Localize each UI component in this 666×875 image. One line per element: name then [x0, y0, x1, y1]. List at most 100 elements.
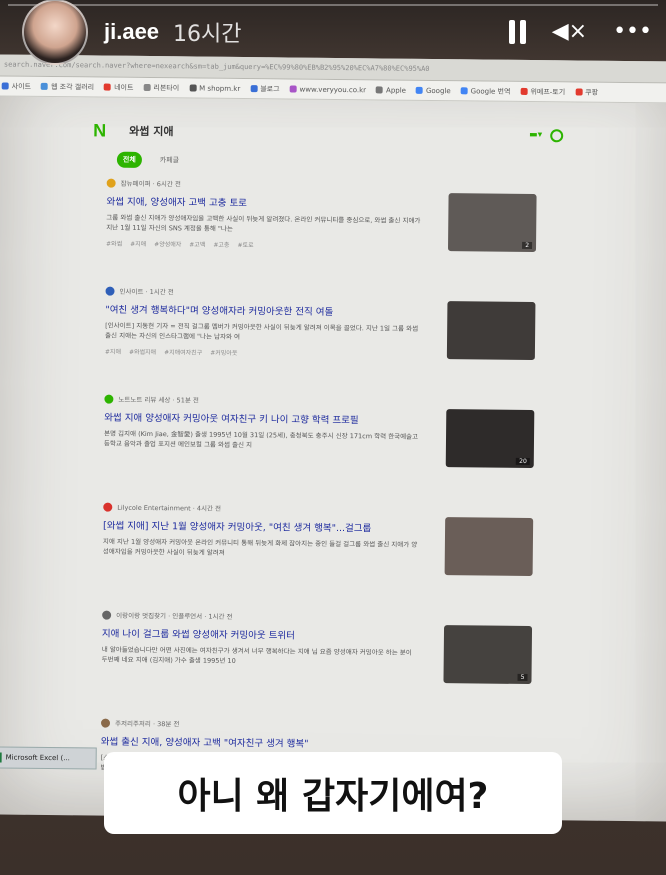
story-photo: search.naver.com/search.naver?where=nexe… [0, 0, 666, 875]
taskbar-item-excel[interactable]: Microsoft Excel (... [0, 746, 97, 770]
search-result: 이랑이랑 멋집찾기 · 인플루언서 · 1시간 전지애 나이 걸그룹 와썹 양성… [101, 610, 558, 723]
result-tag[interactable]: #고백 [189, 239, 205, 248]
result-thumbnail[interactable]: 2 [447, 193, 537, 253]
bookmark-icon [415, 86, 424, 94]
bookmark-icon [460, 87, 468, 95]
result-tag[interactable]: #지애여자친구 [164, 347, 202, 356]
bookmark-label: www.veryyou.co.kr [299, 85, 367, 94]
source-label: 인사이트 · 1시간 전 [119, 287, 174, 297]
bookmark-item[interactable]: 네이트 [104, 82, 133, 92]
naver-search-page: N 와썹 지애 ▬▾ 전체 카페글 잡뉴페이퍼 · 6시간 전와썹 지애, 양성애… [86, 113, 564, 830]
bookmark-icon [40, 82, 49, 90]
bookmark-label: 리본타이 [153, 83, 180, 92]
result-title[interactable]: 와썹 지애, 양성애자 고백 고충 토로 [106, 194, 436, 211]
bookmark-item[interactable]: 웹 조각 갤러리 [40, 81, 95, 92]
search-result: Lilycole Entertainment · 4시간 전 [와썹 지애] 지난… [102, 502, 559, 615]
result-tag[interactable]: #고충 [213, 240, 229, 249]
bookmark-icon [1, 82, 9, 90]
mute-icon[interactable]: ◀× [552, 21, 587, 43]
search-query[interactable]: 와썹 지애 [129, 123, 173, 139]
search-result: 인사이트 · 1시간 전 "여친 생겨 행복하다"며 양성애자라 커밍아웃한 전직… [104, 286, 561, 399]
bookmark-icon [376, 86, 384, 94]
result-thumbnail[interactable]: 20 [445, 409, 535, 469]
result-tag[interactable]: #지애 [130, 239, 146, 248]
result-snippet: [인사이트] 지동현 기자 = 전직 걸그룹 멤버가 커밍아웃한 사실이 뒤늦게… [105, 321, 419, 341]
result-source[interactable]: 잡뉴페이퍼 · 6시간 전 [106, 178, 563, 193]
bookmark-item[interactable]: www.veryyou.co.kr [289, 85, 367, 94]
source-label: 노트노트 리뷰 세상 · 51분 전 [118, 395, 199, 405]
tab-1[interactable]: 카페글 [154, 152, 185, 168]
thumbnail-count: 5 [517, 673, 528, 682]
bookmark-icon [143, 83, 151, 92]
result-title[interactable]: 와썹 출신 지애, 양성애자 고백 "여자친구 생겨 행복" [101, 734, 431, 751]
source-icon [106, 178, 116, 188]
bookmark-icon [289, 85, 297, 93]
bookmark-label: 위메프-토기 [530, 87, 566, 96]
bookmark-label: 쿠팡 [585, 88, 599, 97]
username[interactable]: ji.aee [104, 19, 159, 45]
result-tag[interactable]: #커밍아웃 [210, 348, 237, 357]
search-tabs: 전체 카페글 [116, 151, 563, 173]
result-tag[interactable]: #와썹 [106, 239, 122, 248]
result-snippet: 그룹 와썹 출신 지애가 양성애자임을 고백한 사실이 뒤늦게 알려졌다. 온라… [106, 213, 421, 233]
result-snippet: 본명 김지애 (Kim Jiae, 金智愛) 출생 1995년 10월 31일 … [103, 429, 419, 450]
search-icon[interactable] [550, 128, 564, 142]
more-icon[interactable]: ••• [613, 21, 652, 43]
bookmark-label: 웹 조각 갤러리 [50, 82, 95, 91]
search-result: 잡뉴페이퍼 · 6시간 전와썹 지애, 양성애자 고백 고충 토로그룹 와썹 출… [106, 178, 563, 291]
result-tag[interactable]: #와썹지애 [129, 347, 156, 356]
excel-icon [0, 752, 2, 763]
monitor-screen: search.naver.com/search.naver?where=nexe… [0, 54, 666, 822]
naver-header: N 와썹 지애 ▬▾ [93, 113, 564, 152]
result-title[interactable]: 와썹 지애 양성애자 커밍아웃 여자친구 키 나이 고향 학력 프로필 [104, 410, 434, 427]
bookmark-label: Apple [386, 85, 407, 95]
bookmark-item[interactable]: 사이트 [1, 81, 32, 91]
source-label: Lilycole Entertainment · 4시간 전 [117, 503, 222, 513]
avatar[interactable] [22, 0, 88, 65]
bookmark-item[interactable]: 쿠팡 [575, 87, 598, 97]
bookmark-item[interactable]: Google 번역 [460, 86, 511, 97]
source-icon [104, 394, 114, 404]
bookmark-label: 네이트 [114, 83, 134, 92]
result-title[interactable]: 지애 나이 걸그룹 와썹 양성애자 커밍아웃 트위터 [102, 626, 432, 643]
bookmark-item[interactable]: 위메프-토기 [520, 86, 565, 96]
result-thumbnail[interactable] [446, 301, 536, 361]
bookmark-item[interactable]: Google [415, 86, 451, 95]
result-title[interactable]: [와썹 지애] 지난 1월 양성애자 커밍아웃, "여친 생겨 행복"...걸그… [103, 518, 433, 535]
result-tag[interactable]: #양성애자 [154, 239, 181, 248]
header-tools: ▬▾ [529, 128, 564, 142]
bookmark-label: Google 번역 [470, 86, 511, 96]
result-tag[interactable]: #토로 [237, 240, 253, 249]
source-icon [103, 502, 113, 512]
source-icon [100, 718, 111, 728]
tab-0[interactable]: 전체 [116, 151, 142, 168]
bookmark-item[interactable]: 리본타이 [143, 82, 179, 92]
bookmark-label: 사이트 [11, 82, 32, 91]
source-label: 주저리주저리 · 38분 전 [114, 719, 180, 729]
bookmark-item[interactable]: Apple [376, 86, 406, 94]
source-icon [105, 286, 115, 296]
bookmark-icon [520, 87, 528, 95]
bookmark-item[interactable]: 블로그 [250, 84, 280, 94]
taskbar-item-label: Microsoft Excel (... [5, 753, 70, 763]
bookmark-label: M shopm.kr [199, 84, 241, 93]
pause-icon[interactable] [508, 20, 526, 44]
bookmark-icon [575, 88, 583, 96]
story-header: ji.aee 16시간 ◀× ••• [22, 0, 652, 65]
source-label: 잡뉴페이퍼 · 6시간 전 [120, 179, 181, 189]
result-thumbnail[interactable]: 5 [443, 625, 533, 685]
story-controls: ◀× ••• [508, 20, 652, 44]
result-thumbnail[interactable] [444, 517, 534, 577]
result-snippet: 지애 지난 1월 양성애자 커밍아웃 온라인 커뮤니티 통해 뒤늦게 화제 잠아… [102, 537, 418, 557]
source-icon [102, 610, 112, 620]
result-tag[interactable]: #지애 [105, 347, 121, 356]
naver-logo[interactable]: N [93, 120, 129, 141]
keyboard-icon[interactable]: ▬▾ [529, 130, 542, 140]
search-result: 노트노트 리뷰 세상 · 51분 전와썹 지애 양성애자 커밍아웃 여자친구 키… [103, 394, 560, 507]
bookmark-item[interactable]: M shopm.kr [189, 84, 241, 93]
thumbnail-count: 20 [516, 457, 530, 466]
source-label: 이랑이랑 멋집찾기 · 인플루언서 · 1시간 전 [116, 611, 233, 621]
bookmark-icon [189, 84, 197, 92]
result-title[interactable]: "여친 생겨 행복하다"며 양성애자라 커밍아웃한 전직 여돌 [105, 302, 435, 319]
bookmark-label: Google [425, 86, 451, 95]
